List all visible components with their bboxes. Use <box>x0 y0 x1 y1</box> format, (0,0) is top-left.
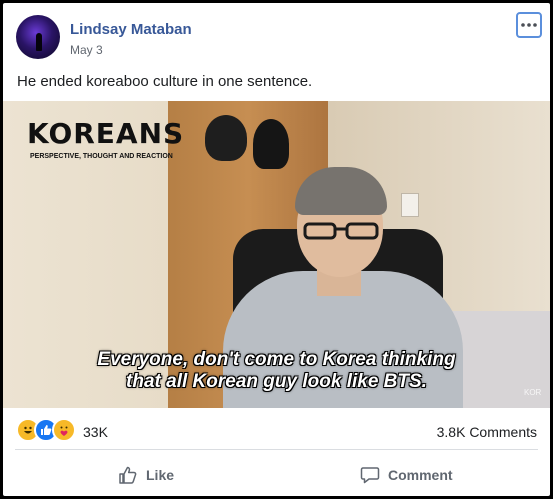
video-subtitle-line-2: that all Korean guy look like BTS. <box>126 371 427 392</box>
ellipsis-icon <box>521 23 537 27</box>
like-label: Like <box>146 467 175 483</box>
video-hat <box>205 115 247 161</box>
comment-label: Comment <box>388 467 453 483</box>
avatar-figure <box>36 33 42 51</box>
more-options-button[interactable] <box>516 12 542 38</box>
reaction-icons[interactable] <box>16 418 76 442</box>
comment-button[interactable]: Comment <box>360 461 453 489</box>
reaction-count[interactable]: 33K <box>83 424 108 440</box>
avatar[interactable] <box>16 15 60 59</box>
video-watermark: KOR <box>524 388 542 397</box>
like-button[interactable]: Like <box>118 461 174 489</box>
post-caption: He ended koreaboo culture in one sentenc… <box>17 73 313 90</box>
thumbs-up-icon <box>119 466 137 484</box>
author-name[interactable]: Lindsay Mataban <box>70 21 192 38</box>
post-date[interactable]: May 3 <box>70 43 103 57</box>
video-hat <box>253 119 289 169</box>
video-person-glasses <box>303 222 379 240</box>
divider <box>15 449 538 450</box>
post-card: Lindsay Mataban May 3 He ended koreaboo … <box>3 3 550 496</box>
video-logo: KOREANS <box>27 117 185 150</box>
video-player[interactable]: KOREANS PERSPECTIVE, THOUGHT AND REACTIO… <box>3 101 550 408</box>
video-logo-subtitle: PERSPECTIVE, THOUGHT AND REACTION <box>30 153 173 160</box>
comment-count-link[interactable]: 3.8K Comments <box>437 424 537 440</box>
video-light-switch <box>401 193 419 217</box>
care-icon <box>52 418 76 442</box>
comment-bubble-icon <box>360 467 380 484</box>
video-subtitle-line-1: Everyone, don't come to Korea thinking <box>97 349 456 370</box>
